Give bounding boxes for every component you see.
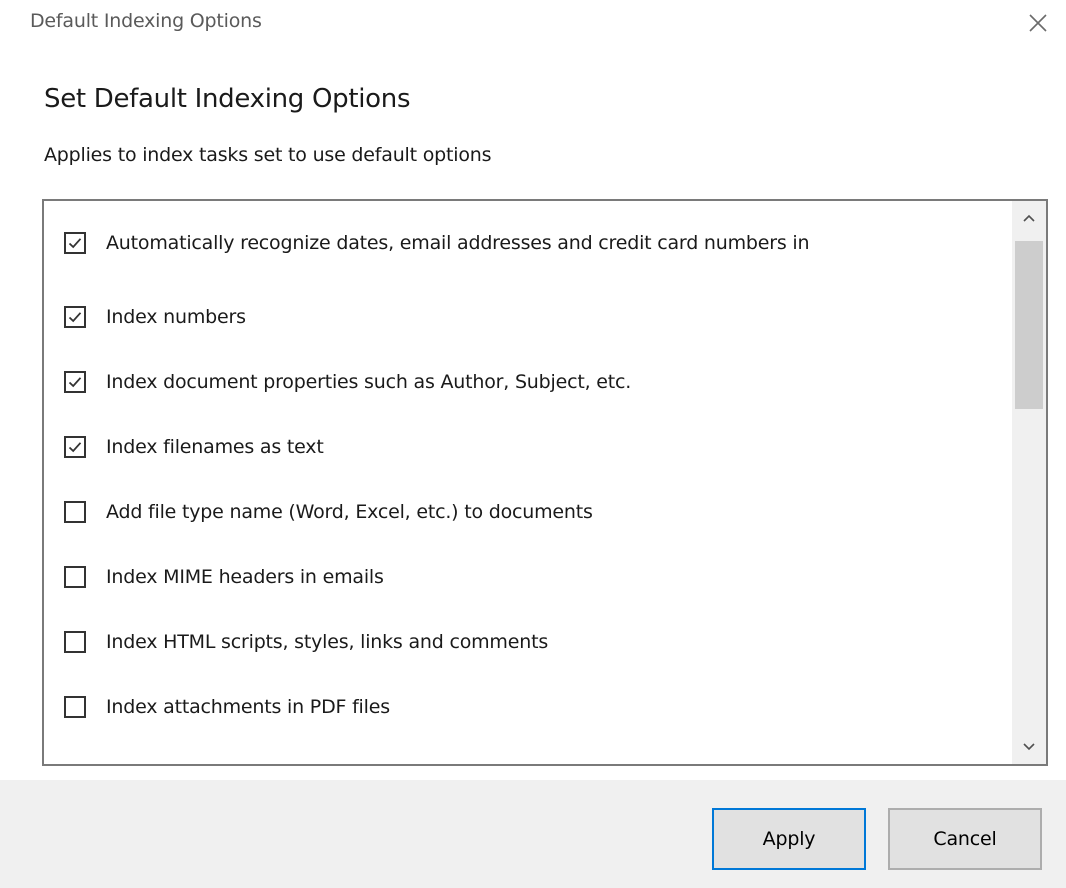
close-icon <box>1029 14 1047 32</box>
checkbox[interactable] <box>64 696 86 718</box>
options-list-viewport: Automatically recognize dates, email add… <box>44 201 1012 764</box>
options-list[interactable]: Automatically recognize dates, email add… <box>42 199 1048 766</box>
chevron-up-icon <box>1023 214 1035 222</box>
checkmark-icon <box>68 442 82 453</box>
scroll-thumb[interactable] <box>1015 241 1043 409</box>
page-title: Set Default Indexing Options <box>44 84 411 114</box>
option-pdf-attachments[interactable]: Index attachments in PDF files <box>64 687 390 727</box>
close-button[interactable] <box>1010 0 1066 46</box>
option-label: Index document properties such as Author… <box>106 371 632 393</box>
option-label: Index MIME headers in emails <box>106 566 384 588</box>
window-title: Default Indexing Options <box>30 10 262 32</box>
option-label: Add file type name (Word, Excel, etc.) t… <box>106 501 593 523</box>
option-label: Index filenames as text <box>106 436 324 458</box>
option-label: Index numbers <box>106 306 246 328</box>
option-filenames-as-text[interactable]: Index filenames as text <box>64 427 324 467</box>
option-file-type-name[interactable]: Add file type name (Word, Excel, etc.) t… <box>64 492 593 532</box>
option-recognize-dates[interactable]: Automatically recognize dates, email add… <box>64 223 810 263</box>
chevron-down-icon <box>1023 743 1035 751</box>
cancel-button[interactable]: Cancel <box>888 808 1042 870</box>
option-html-scripts[interactable]: Index HTML scripts, styles, links and co… <box>64 622 548 662</box>
option-label: Index attachments in PDF files <box>106 696 390 718</box>
page-subtitle: Applies to index tasks set to use defaul… <box>44 144 492 166</box>
apply-button[interactable]: Apply <box>712 808 866 870</box>
vertical-scrollbar[interactable] <box>1012 201 1046 764</box>
checkbox[interactable] <box>64 436 86 458</box>
checkbox[interactable] <box>64 631 86 653</box>
checkmark-icon <box>68 238 82 249</box>
indexing-options-dialog: Default Indexing Options Set Default Ind… <box>0 0 1066 888</box>
checkbox[interactable] <box>64 371 86 393</box>
scroll-down-button[interactable] <box>1012 730 1046 764</box>
checkbox[interactable] <box>64 566 86 588</box>
checkmark-icon <box>68 312 82 323</box>
option-mime-headers[interactable]: Index MIME headers in emails <box>64 557 384 597</box>
scroll-up-button[interactable] <box>1012 201 1046 235</box>
checkmark-icon <box>68 377 82 388</box>
title-bar: Default Indexing Options <box>0 0 1066 48</box>
checkbox[interactable] <box>64 232 86 254</box>
checkbox[interactable] <box>64 501 86 523</box>
checkbox[interactable] <box>64 306 86 328</box>
option-index-numbers[interactable]: Index numbers <box>64 297 246 337</box>
option-document-properties[interactable]: Index document properties such as Author… <box>64 362 631 402</box>
option-label: Index HTML scripts, styles, links and co… <box>106 631 549 653</box>
option-label: Automatically recognize dates, email add… <box>106 232 810 254</box>
dialog-footer: Apply Cancel <box>0 780 1066 888</box>
